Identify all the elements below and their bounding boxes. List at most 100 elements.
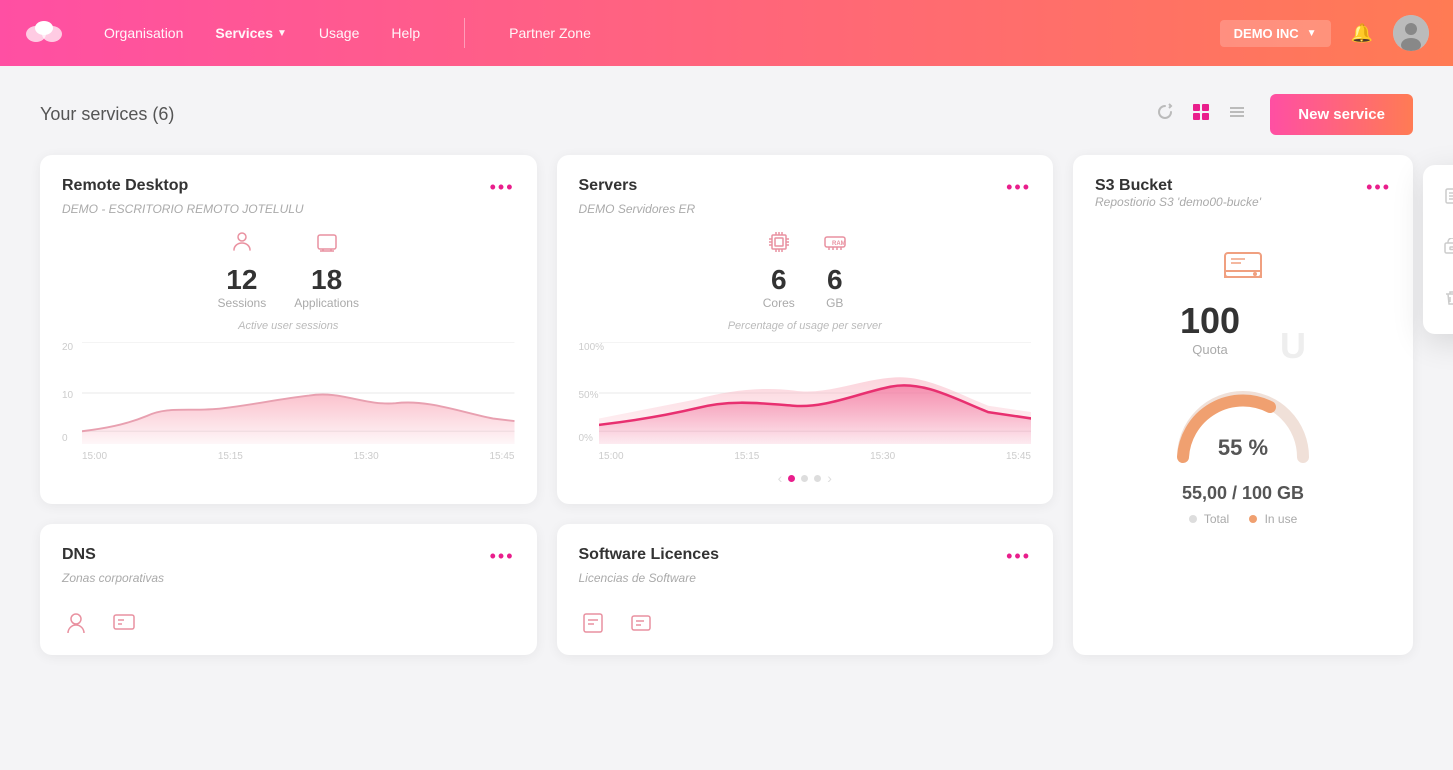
nav-services[interactable]: Services ▼ (215, 25, 287, 41)
usage-icon (1443, 238, 1453, 261)
x-label-1: 15:00 (82, 451, 107, 462)
bell-icon[interactable]: 🔔 (1351, 23, 1373, 44)
chart-svg (599, 342, 1032, 444)
next-page-button[interactable]: › (827, 470, 832, 486)
card-s3-area: S3 Bucket Repostiorio S3 'demo00-bucke' … (1073, 155, 1413, 655)
applications-label: Applications (294, 296, 359, 310)
card-title: Remote Desktop (62, 177, 188, 195)
gb-count: 6 (823, 264, 847, 296)
usage-value: U (1280, 325, 1306, 367)
card-subtitle: Repostiorio S3 'demo00-bucke' (1095, 195, 1261, 209)
y-label-top: 20 (62, 342, 73, 353)
applications-count: 18 (294, 264, 359, 296)
card-menu-button[interactable]: ••• (490, 177, 515, 198)
main-content: Your services (6) (0, 66, 1453, 683)
prev-page-button[interactable]: ‹ (778, 470, 783, 486)
card-header: Software Licences ••• (579, 546, 1032, 567)
card-menu-button[interactable]: ••• (490, 546, 515, 567)
sessions-label: Sessions (218, 296, 267, 310)
details-icon (1443, 187, 1453, 210)
top-bar: Your services (6) (40, 94, 1413, 135)
top-actions: New service (1152, 94, 1413, 135)
cores-count: 6 (763, 264, 795, 296)
x-label-2: 15:15 (218, 451, 243, 462)
nav-help[interactable]: Help (391, 25, 420, 41)
card-menu-button[interactable]: ••• (1366, 177, 1391, 198)
dns-icon-2 (110, 609, 138, 637)
pagination: ‹ › (579, 470, 1032, 486)
x-label-3: 15:30 (870, 451, 895, 462)
chart-area: 100% 50% 0% (579, 342, 1032, 462)
quota-label: Quota (1180, 342, 1240, 357)
cards-layout: Remote Desktop ••• DEMO - ESCRITORIO REM… (40, 155, 1413, 655)
delete-icon (1443, 289, 1453, 312)
x-labels: 15:00 15:15 15:30 15:45 (82, 451, 515, 462)
x-label-4: 15:45 (489, 451, 514, 462)
card-menu-button[interactable]: ••• (1006, 546, 1031, 567)
card-header: Servers ••• (579, 177, 1032, 198)
grid-view-button[interactable] (1188, 99, 1214, 130)
card-subtitle: DEMO - ESCRITORIO REMOTO JOTELULU (62, 202, 515, 216)
x-label-2: 15:15 (734, 451, 759, 462)
card-subtitle: DEMO Servidores ER (579, 202, 1032, 216)
svg-text:RAM: RAM (832, 241, 846, 247)
card-title: DNS (62, 546, 96, 564)
gauge: 55 % (1163, 377, 1323, 467)
menu-item-usage[interactable]: Usage (1423, 224, 1453, 275)
stat-sessions: 12 Sessions (218, 230, 267, 310)
chart-description: Percentage of usage per server (579, 320, 1032, 332)
nav-usage[interactable]: Usage (319, 25, 359, 41)
card-title: S3 Bucket (1095, 177, 1172, 194)
page-dot-3[interactable] (814, 475, 821, 482)
card-menu-button[interactable]: ••• (1006, 177, 1031, 198)
company-selector[interactable]: DEMO INC ▼ (1220, 20, 1331, 47)
nav-partner-zone[interactable]: Partner Zone (509, 25, 591, 41)
page-dot-2[interactable] (801, 475, 808, 482)
nav-divider (464, 18, 465, 48)
card-header: DNS ••• (62, 546, 515, 567)
total-legend-label: Total (1204, 512, 1229, 526)
list-view-button[interactable] (1224, 99, 1250, 130)
card-title: Servers (579, 177, 638, 195)
inuse-legend-dot (1249, 515, 1257, 523)
quota-section: 100 Quota (1180, 300, 1240, 367)
legend: Total In use (1095, 512, 1391, 526)
cpu-icon (763, 230, 795, 260)
storage-info: 55,00 / 100 GB (1095, 483, 1391, 504)
card-title: Software Licences (579, 546, 720, 564)
menu-item-details[interactable]: Details (1423, 173, 1453, 224)
logo (24, 16, 64, 51)
card-stats: 12 Sessions 18 Applications (62, 230, 515, 310)
navbar: Organisation Services ▼ Usage Help Partn… (0, 0, 1453, 66)
chart-description: Active user sessions (62, 320, 515, 332)
y-label-mid: 50% (579, 390, 599, 401)
new-service-button[interactable]: New service (1270, 94, 1413, 135)
chevron-down-icon: ▼ (1307, 28, 1317, 39)
page-dot-1[interactable] (788, 475, 795, 482)
page-title: Your services (6) (40, 104, 174, 125)
avatar[interactable] (1393, 15, 1429, 51)
chart-svg (82, 342, 515, 444)
y-label-bot: 0 (62, 433, 68, 444)
refresh-button[interactable] (1152, 99, 1178, 130)
s3-disk-icon (1095, 239, 1391, 296)
ram-icon: RAM (823, 230, 847, 260)
x-label-1: 15:00 (599, 451, 624, 462)
card-header: Remote Desktop ••• (62, 177, 515, 198)
dns-icon-1 (62, 609, 90, 637)
nav-right: DEMO INC ▼ 🔔 (1220, 15, 1429, 51)
card-software-licences: Software Licences ••• Licencias de Softw… (557, 524, 1054, 655)
menu-item-delete[interactable]: Delete (1423, 275, 1453, 326)
gauge-percentage: 55 % (1218, 435, 1268, 461)
card-subtitle: Zonas corporativas (62, 571, 515, 585)
quota-number: 100 (1180, 300, 1240, 342)
x-label-4: 15:45 (1006, 451, 1031, 462)
stat-applications: 18 Applications (294, 230, 359, 310)
chevron-down-icon: ▼ (277, 28, 287, 39)
nav-organisation[interactable]: Organisation (104, 25, 183, 41)
card-servers: Servers ••• DEMO Servidores ER (557, 155, 1054, 504)
gb-label: GB (823, 296, 847, 310)
x-label-3: 15:30 (354, 451, 379, 462)
software-icon-2 (627, 609, 655, 637)
card-stats: 6 Cores RAM 6 G (579, 230, 1032, 310)
